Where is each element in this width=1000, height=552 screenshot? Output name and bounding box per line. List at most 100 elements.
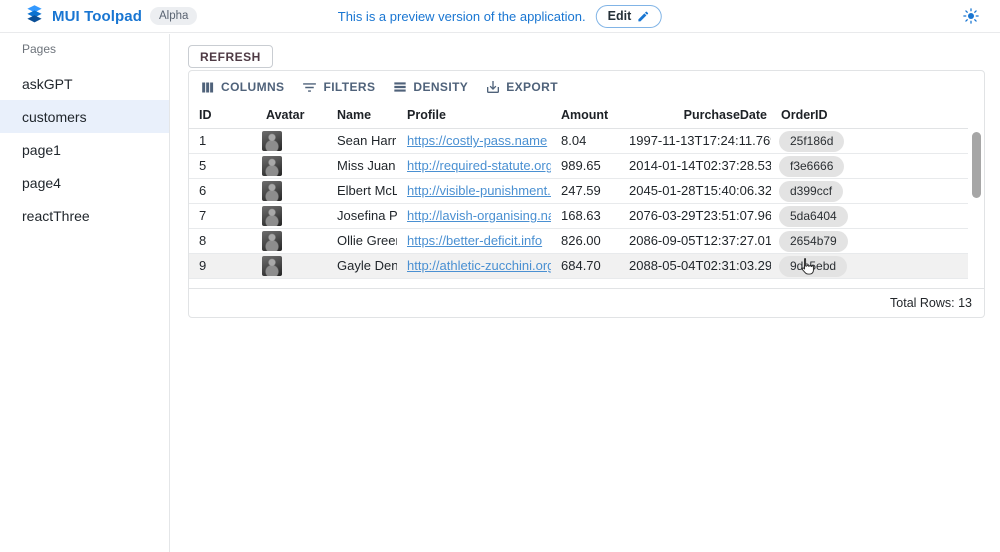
order-id-chip[interactable]: 9dc5ebd [779, 256, 847, 277]
cell-order-id: 2654b79 [771, 229, 968, 253]
column-header-PurchaseDate[interactable]: PurchaseDate [629, 101, 771, 128]
cell-purchase-date: 2045-01-28T15:40:06.325Z [629, 179, 771, 203]
sidebar-item-label: customers [22, 109, 87, 125]
table-row[interactable]: 5 Miss Juan … http://required-statute.org9… [189, 154, 968, 179]
cell-name: Ollie Green… [327, 229, 397, 253]
cell-avatar [256, 179, 327, 203]
sidebar-item-customers[interactable]: customers [0, 100, 169, 133]
cell-amount: 684.70 [551, 254, 629, 278]
pencil-icon [637, 10, 650, 23]
cell-name: Miss Juan … [327, 154, 397, 178]
cell-order-id: d399ccf [771, 179, 968, 203]
download-icon [485, 79, 501, 95]
order-id-chip[interactable]: 25f186d [779, 131, 844, 152]
profile-link[interactable]: https://costly-pass.name [407, 133, 547, 148]
version-badge: Alpha [150, 7, 197, 25]
cell-amount: 8.04 [551, 129, 629, 153]
column-header-Amount[interactable]: Amount [551, 101, 629, 128]
profile-link[interactable]: http://visible-punishment.net [407, 183, 551, 198]
column-header-OrderID[interactable]: OrderID [771, 101, 968, 128]
page-content: REFRESH COLUMNS FILTERS DENSITY EXPORT IDAv… [171, 34, 1000, 552]
data-grid: COLUMNS FILTERS DENSITY EXPORT IDAvatarName… [188, 70, 985, 318]
sidebar-item-page4[interactable]: page4 [0, 166, 169, 199]
column-header-Name[interactable]: Name [327, 101, 397, 128]
sun-icon [962, 7, 980, 25]
edit-button[interactable]: Edit [596, 5, 663, 28]
refresh-button[interactable]: REFRESH [188, 45, 273, 68]
order-id-chip[interactable]: d399ccf [779, 181, 843, 202]
scrollbar-thumb[interactable] [972, 132, 981, 198]
sidebar-item-reactThree[interactable]: reactThree [0, 199, 169, 232]
table-row[interactable]: 9Gayle Den…http://athletic-zucchini.org6… [189, 254, 968, 279]
grid-toolbar-density-button[interactable]: DENSITY [392, 79, 468, 95]
theme-toggle-button[interactable] [962, 7, 980, 25]
sidebar-item-label: page1 [22, 142, 61, 158]
sidebar-nav: askGPT customers page1 page4 reactThree [0, 67, 169, 232]
column-header-ID[interactable]: ID [189, 101, 256, 128]
cell-avatar [256, 254, 327, 278]
order-id-chip[interactable]: f3e6666 [779, 156, 844, 177]
cell-name: Josefina P… [327, 204, 397, 228]
cell-id: 6 [189, 179, 256, 203]
app-window: MUI Toolpad Alpha This is a preview vers… [0, 0, 1000, 552]
cell-id: 8 [189, 229, 256, 253]
sidebar-item-page1[interactable]: page1 [0, 133, 169, 166]
profile-link[interactable]: http://lavish-organising.name [407, 208, 551, 223]
profile-link[interactable]: http://required-statute.org [407, 158, 551, 173]
avatar-image [262, 231, 282, 251]
cell-id: 5 [189, 154, 256, 178]
toolbar-button-label: FILTERS [323, 80, 375, 94]
cell-purchase-date: 2086-09-05T12:37:27.015Z [629, 229, 771, 253]
cell-order-id: 9dc5ebd [771, 254, 968, 278]
grid-toolbar-filters-button[interactable]: FILTERS [301, 79, 375, 96]
table-row[interactable]: 7Josefina P…http://lavish-organising.nam… [189, 204, 968, 229]
vertical-scrollbar[interactable] [972, 132, 981, 351]
cell-avatar [256, 129, 327, 153]
app-header: MUI Toolpad Alpha This is a preview vers… [0, 0, 1000, 33]
cell-order-id: 25f186d [771, 129, 968, 153]
profile-link[interactable]: http://athletic-zucchini.org [407, 258, 551, 273]
cell-id: 1 [189, 129, 256, 153]
view-columns-icon [199, 79, 216, 96]
grid-toolbar-columns-button[interactable]: COLUMNS [199, 79, 284, 96]
cell-amount: 989.65 [551, 154, 629, 178]
avatar-image [262, 181, 282, 201]
cell-profile: https://better-deficit.info [397, 229, 551, 253]
column-header-Profile[interactable]: Profile [397, 101, 551, 128]
cell-purchase-date: 2076-03-29T23:51:07.968Z [629, 204, 771, 228]
toolbar-button-label: EXPORT [506, 80, 558, 94]
cell-profile: https://costly-pass.name [397, 129, 551, 153]
avatar-image [262, 206, 282, 226]
order-id-chip[interactable]: 2654b79 [779, 231, 848, 252]
avatar-image [262, 131, 282, 151]
brand-group: MUI Toolpad Alpha [25, 4, 197, 28]
table-row[interactable]: 6 Elbert McL… http://visible-punishment.ne… [189, 179, 968, 204]
edit-button-label: Edit [608, 9, 632, 23]
cell-amount: 826.00 [551, 229, 629, 253]
sidebar: Pages askGPTcustomerspage1page4reactThre… [0, 34, 170, 552]
toolbar-button-label: COLUMNS [221, 80, 284, 94]
toolbar-button-label: DENSITY [413, 80, 468, 94]
cell-name: Sean Harris [327, 129, 397, 153]
cell-name: Elbert McL… [327, 179, 397, 203]
cell-purchase-date: 2014-01-14T02:37:28.536Z [629, 154, 771, 178]
profile-link[interactable]: https://better-deficit.info [407, 233, 542, 248]
table-row[interactable]: 8 Ollie Green… https://better-deficit.info… [189, 229, 968, 254]
grid-header-row: IDAvatarNameProfileAmountPurchaseDateOrd… [189, 101, 968, 129]
grid-rows: 1 Sean Harris https://costly-pass.name 8.04… [189, 129, 968, 279]
cell-avatar [256, 229, 327, 253]
preview-banner: This is a preview version of the applica… [338, 5, 662, 28]
sidebar-item-askGPT[interactable]: askGPT [0, 67, 169, 100]
table-row[interactable]: 1 Sean Harris https://costly-pass.name 8.04… [189, 129, 968, 154]
sidebar-item-label: reactThree [22, 208, 90, 224]
cell-profile: http://required-statute.org [397, 154, 551, 178]
filter-list-icon [301, 79, 318, 96]
column-header-Avatar[interactable]: Avatar [256, 101, 327, 128]
order-id-chip[interactable]: 5da6404 [779, 206, 848, 227]
grid-toolbar-export-button[interactable]: EXPORT [485, 79, 558, 95]
grid-spacer [189, 279, 984, 288]
cell-avatar [256, 204, 327, 228]
cell-purchase-date: 2088-05-04T02:31:03.294Z [629, 254, 771, 278]
grid-toolbar: COLUMNS FILTERS DENSITY EXPORT [189, 71, 984, 101]
cell-amount: 247.59 [551, 179, 629, 203]
